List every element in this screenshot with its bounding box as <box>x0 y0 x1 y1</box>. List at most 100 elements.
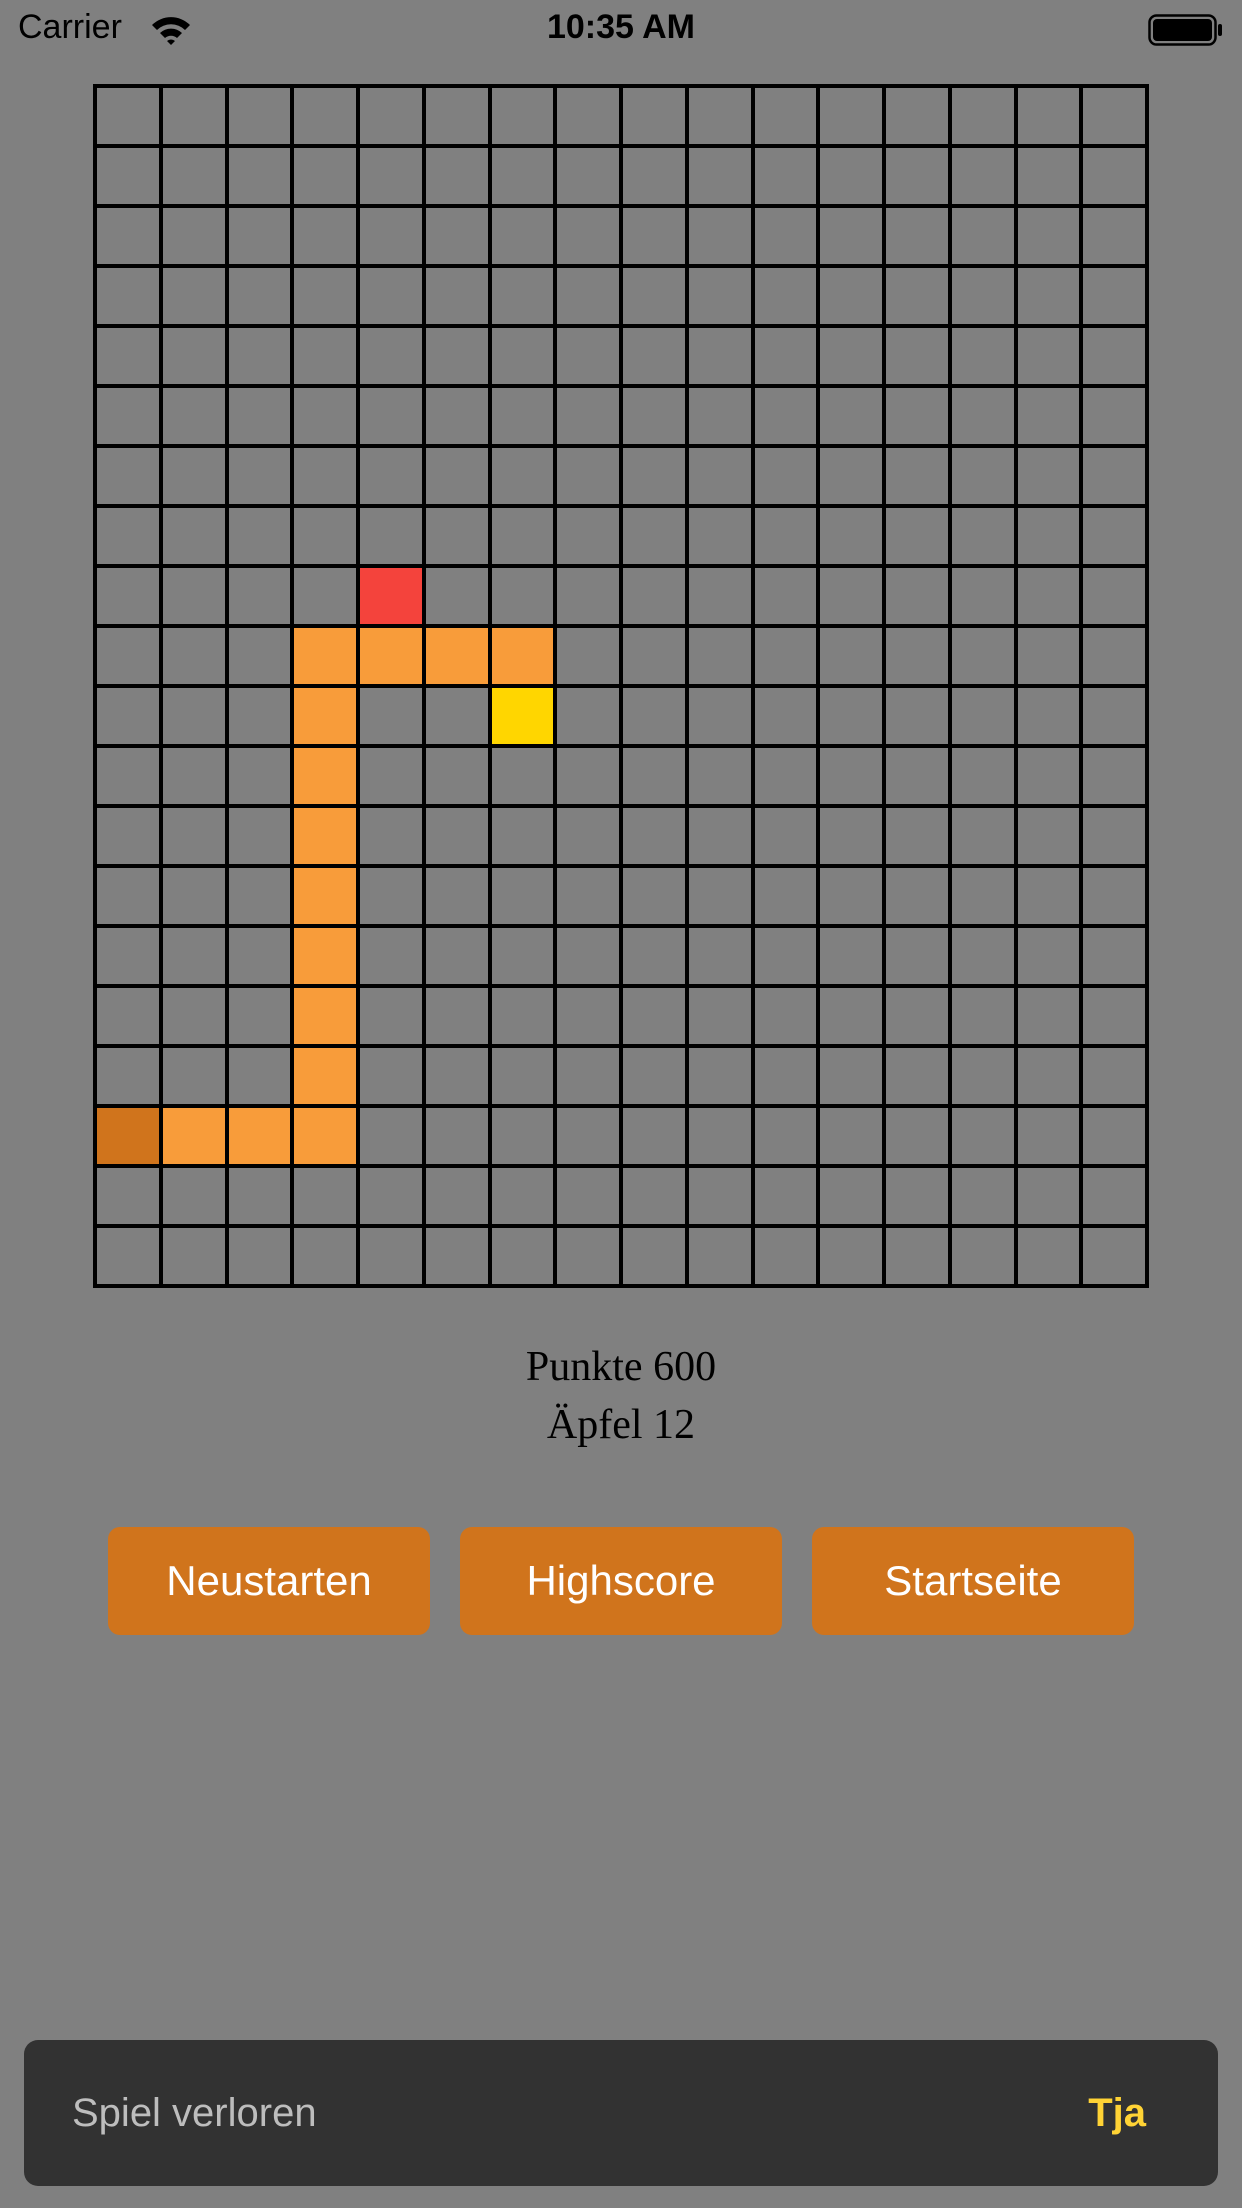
board-cell <box>294 88 356 144</box>
board-cell <box>886 568 948 624</box>
board-cell <box>886 928 948 984</box>
snake-body-cell <box>425 628 488 684</box>
board-cell <box>491 568 554 624</box>
board-cell <box>360 988 422 1044</box>
board-cell <box>360 688 422 744</box>
board-cell <box>820 328 882 384</box>
board-cell <box>1017 1228 1080 1284</box>
board-cell <box>557 568 619 624</box>
board-cell <box>1083 988 1145 1044</box>
board-cell <box>1083 568 1145 624</box>
board-cell <box>425 1168 488 1224</box>
board-cell <box>557 868 619 924</box>
board-cell <box>951 88 1014 144</box>
board-cell <box>162 448 225 504</box>
board-cell <box>162 628 225 684</box>
board-cell <box>97 148 159 204</box>
board-cell <box>425 268 488 324</box>
board-cell <box>623 928 685 984</box>
board-cell <box>820 1048 882 1104</box>
board-cell <box>820 208 882 264</box>
snackbar-action-button[interactable]: Tja <box>1088 2040 1146 2186</box>
board-cell <box>688 88 751 144</box>
snake-body-cell <box>294 868 356 924</box>
snackbar-message: Spiel verloren <box>72 2091 317 2135</box>
board-cell <box>1017 328 1080 384</box>
board-cell <box>1017 748 1080 804</box>
board-cell <box>162 148 225 204</box>
home-button[interactable]: Startseite <box>812 1527 1134 1635</box>
board-cell <box>820 1168 882 1224</box>
board-cell <box>491 448 554 504</box>
board-cell <box>1017 268 1080 324</box>
board-cell <box>886 868 948 924</box>
board-cell <box>886 448 948 504</box>
board-cell <box>820 628 882 684</box>
board-cell <box>1017 868 1080 924</box>
board-cell <box>557 1228 619 1284</box>
snake-body-cell <box>294 1108 356 1164</box>
highscore-button[interactable]: Highscore <box>460 1527 782 1635</box>
board-cell <box>1017 208 1080 264</box>
board-cell <box>162 1228 225 1284</box>
points-label: Punkte 600 <box>525 1344 717 1390</box>
board-cell <box>557 328 619 384</box>
board-cell <box>1017 688 1080 744</box>
board-cell <box>162 88 225 144</box>
board-cell <box>688 1168 751 1224</box>
board-cell <box>886 88 948 144</box>
board-cell <box>754 748 817 804</box>
board-cell <box>1017 988 1080 1044</box>
board-cell <box>951 628 1014 684</box>
board-cell <box>951 328 1014 384</box>
snake-body-cell <box>360 628 422 684</box>
board-cell <box>754 808 817 864</box>
board-cell <box>623 1048 685 1104</box>
board-cell <box>623 508 685 564</box>
board-cell <box>162 1168 225 1224</box>
game-board[interactable] <box>93 84 1149 1288</box>
board-cell <box>97 328 159 384</box>
board-cell <box>754 928 817 984</box>
board-cell <box>557 508 619 564</box>
board-cell <box>688 388 751 444</box>
board-cell <box>1017 1108 1080 1164</box>
board-cell <box>1083 928 1145 984</box>
board-cell <box>294 148 356 204</box>
board-cell <box>491 148 554 204</box>
board-cell <box>688 868 751 924</box>
board-cell <box>951 868 1014 924</box>
board-cell <box>951 748 1014 804</box>
board-cell <box>1017 88 1080 144</box>
board-cell <box>360 268 422 324</box>
board-cell <box>820 148 882 204</box>
board-cell <box>557 748 619 804</box>
board-cell <box>820 448 882 504</box>
snake-tail-cell <box>97 1108 159 1164</box>
board-cell <box>162 388 225 444</box>
board-cell <box>360 928 422 984</box>
snake-body-cell <box>294 748 356 804</box>
board-cell <box>228 1228 291 1284</box>
board-cell <box>623 268 685 324</box>
board-cell <box>228 88 291 144</box>
board-cell <box>97 268 159 324</box>
board-cell <box>360 868 422 924</box>
board-cell <box>623 988 685 1044</box>
restart-button[interactable]: Neustarten <box>108 1527 430 1635</box>
board-cell <box>491 388 554 444</box>
board-cell <box>425 868 488 924</box>
board-cell <box>97 688 159 744</box>
board-cell <box>886 988 948 1044</box>
board-cell <box>162 748 225 804</box>
board-cell <box>228 628 291 684</box>
board-cell <box>951 1228 1014 1284</box>
board-cell <box>1083 748 1145 804</box>
status-bar: Carrier 10:35 AM <box>0 0 1242 62</box>
board-cell <box>623 88 685 144</box>
board-cell <box>360 88 422 144</box>
board-cell <box>228 928 291 984</box>
board-cell <box>886 388 948 444</box>
board-cell <box>820 928 882 984</box>
board-cell <box>491 748 554 804</box>
